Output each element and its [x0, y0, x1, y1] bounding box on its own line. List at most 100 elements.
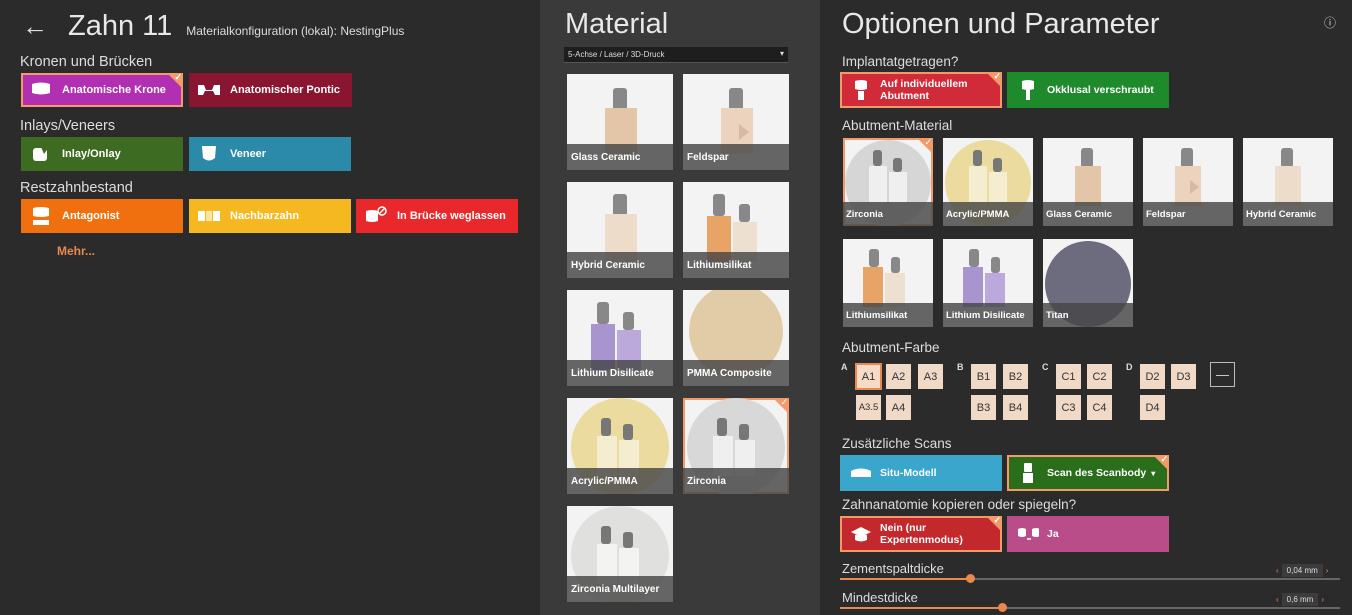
shade-group-d: D — [1126, 362, 1133, 372]
veneer-button[interactable]: Veneer — [189, 137, 351, 171]
more-link[interactable]: Mehr... — [57, 244, 95, 258]
anatomic-pontic-button[interactable]: Anatomischer Pontic — [189, 73, 352, 107]
cement-gap-slider[interactable] — [840, 574, 1340, 583]
chevron-left-icon[interactable]: ‹ — [1276, 595, 1279, 604]
shade-c3[interactable]: C3 — [1056, 395, 1081, 420]
shade-b1[interactable]: B1 — [971, 364, 996, 389]
material-config-label: Materialkonfiguration (lokal): NestingPl… — [186, 24, 405, 38]
shade-d2[interactable]: D2 — [1140, 364, 1165, 389]
chevron-down-icon: ▾ — [779, 49, 784, 58]
implant-label: Implantatgetragen? — [842, 54, 959, 69]
abutment-color-label: Abutment-Farbe — [842, 340, 940, 355]
material-panel: Material 5-Achse / Laser / 3D-Druck ▾ Gl… — [540, 0, 820, 615]
abutment-material-feldspar[interactable]: Feldspar — [1143, 138, 1233, 226]
material-card-hybrid-ceramic[interactable]: Hybrid Ceramic — [567, 182, 673, 278]
antagonist-icon — [29, 206, 53, 226]
pontic-icon — [197, 80, 221, 100]
shade-group-c: C — [1042, 362, 1049, 372]
copy-yes-label: Ja — [1047, 528, 1059, 540]
chevron-left-icon[interactable]: ‹ — [1276, 566, 1279, 575]
material-card-zirconia[interactable]: Zirconia — [683, 398, 789, 494]
shade-c1[interactable]: C1 — [1056, 364, 1081, 389]
antagonist-button[interactable]: Antagonist — [21, 199, 183, 233]
material-card-lithium-disilicate[interactable]: Lithium Disilicate — [567, 290, 673, 386]
shade-none-button[interactable]: — — [1210, 362, 1235, 387]
material-process-dropdown[interactable]: 5-Achse / Laser / 3D-Druck ▾ — [564, 47, 788, 63]
shade-a3-5[interactable]: A3.5 — [856, 395, 881, 420]
abutment-material-label: Feldspar — [1143, 202, 1233, 226]
inlay-onlay-label: Inlay/Onlay — [62, 148, 121, 160]
section-remaining: Restzahnbestand — [20, 180, 133, 196]
slider-knob[interactable] — [966, 574, 975, 583]
shade-d4[interactable]: D4 — [1140, 395, 1165, 420]
scanbody-icon — [1017, 462, 1039, 484]
shade-c4[interactable]: C4 — [1087, 395, 1112, 420]
additional-scans-label: Zusätzliche Scans — [842, 436, 952, 451]
slider-fill — [840, 607, 1002, 609]
material-title: Material — [565, 8, 669, 40]
material-label: Glass Ceramic — [567, 144, 673, 170]
material-card-acrylic-pmma[interactable]: Acrylic/PMMA — [567, 398, 673, 494]
min-thickness-value: ‹ 0,6 mm › — [1276, 593, 1324, 606]
shade-a1[interactable]: A1 — [855, 363, 882, 390]
cement-gap-value: ‹ 0,04 mm › — [1276, 564, 1328, 577]
individual-abutment-button[interactable]: Auf individuellem Abutment — [840, 71, 1002, 108]
shade-c2[interactable]: C2 — [1087, 364, 1112, 389]
check-icon — [986, 71, 1002, 88]
copy-no-button[interactable]: Nein (nur Expertenmodus) — [840, 515, 1002, 552]
help-circle-icon[interactable]: ⓘ — [1324, 14, 1336, 31]
shade-a2[interactable]: A2 — [886, 364, 911, 389]
neighbor-tooth-button[interactable]: Nachbarzahn — [189, 199, 351, 233]
shade-group-a: A — [841, 362, 848, 372]
scanbody-label: Scan des Scanbody — [1047, 467, 1147, 479]
omit-in-bridge-button[interactable]: In Brücke weglassen — [356, 199, 518, 233]
veneer-label: Veneer — [230, 148, 267, 160]
chevron-right-icon[interactable]: › — [1321, 595, 1324, 604]
cement-gap-label: Zementspaltdicke — [842, 561, 944, 576]
abutment-material-acrylic-pmma[interactable]: Acrylic/PMMA — [943, 138, 1033, 226]
mirror-teeth-icon — [1017, 523, 1039, 545]
min-thickness-value-text[interactable]: 0,6 mm — [1281, 593, 1319, 606]
slider-fill — [840, 578, 970, 580]
shade-a3[interactable]: A3 — [918, 364, 943, 389]
shade-a4[interactable]: A4 — [886, 395, 911, 420]
anatomic-crown-button[interactable]: Anatomische Krone — [21, 72, 183, 107]
material-card-pmma-composite[interactable]: PMMA Composite — [683, 290, 789, 386]
occlusal-screwed-button[interactable]: Okklusal verschraubt — [1007, 72, 1169, 108]
shade-b3[interactable]: B3 — [971, 395, 996, 420]
material-card-zirconia-multilayer[interactable]: Zirconia Multilayer — [567, 506, 673, 602]
abutment-material-lithiumsilikat[interactable]: Lithiumsilikat — [843, 239, 933, 327]
copy-no-label: Nein (nur Expertenmodus) — [880, 521, 963, 546]
abutment-material-titan[interactable]: Titan — [1043, 239, 1133, 327]
material-card-lithiumsilikat[interactable]: Lithiumsilikat — [683, 182, 789, 278]
arrow-left-icon[interactable]: ← — [22, 13, 48, 39]
shade-b4[interactable]: B4 — [1003, 395, 1028, 420]
abutment-material-hybrid-ceramic[interactable]: Hybrid Ceramic — [1243, 138, 1333, 226]
anatomic-pontic-label: Anatomischer Pontic — [230, 84, 341, 96]
shade-b2[interactable]: B2 — [1003, 364, 1028, 389]
inlay-icon — [29, 144, 53, 164]
chevron-right-icon[interactable]: › — [1326, 566, 1329, 575]
check-icon — [1153, 454, 1169, 471]
min-thickness-slider[interactable] — [840, 603, 1340, 612]
antagonist-label: Antagonist — [62, 210, 120, 222]
material-card-feldspar[interactable]: Feldspar — [683, 74, 789, 170]
abutment-material-zirconia[interactable]: Zirconia — [843, 138, 933, 226]
omit-in-bridge-label: In Brücke weglassen — [397, 210, 506, 222]
abutment-material-label: Abutment-Material — [842, 118, 953, 133]
abutment-material-lithium-disilicate[interactable]: Lithium Disilicate — [943, 239, 1033, 327]
shade-d3[interactable]: D3 — [1171, 364, 1196, 389]
abutment-material-glass-ceramic[interactable]: Glass Ceramic — [1043, 138, 1133, 226]
scanbody-button[interactable]: Scan des Scanbody ▾ — [1007, 454, 1169, 491]
inlay-onlay-button[interactable]: Inlay/Onlay — [21, 137, 183, 171]
section-crowns: Kronen und Brücken — [20, 54, 153, 70]
cement-gap-value-text[interactable]: 0,04 mm — [1281, 564, 1323, 577]
material-label: Hybrid Ceramic — [567, 252, 673, 278]
slider-knob[interactable] — [998, 603, 1007, 612]
anatomic-crown-label: Anatomische Krone — [62, 84, 166, 96]
material-label: Feldspar — [683, 144, 789, 170]
occlusal-screwed-label: Okklusal verschraubt — [1047, 84, 1154, 96]
material-card-glass-ceramic[interactable]: Glass Ceramic — [567, 74, 673, 170]
copy-yes-button[interactable]: Ja — [1007, 516, 1169, 552]
situ-model-button[interactable]: Situ-Modell — [840, 455, 1002, 491]
